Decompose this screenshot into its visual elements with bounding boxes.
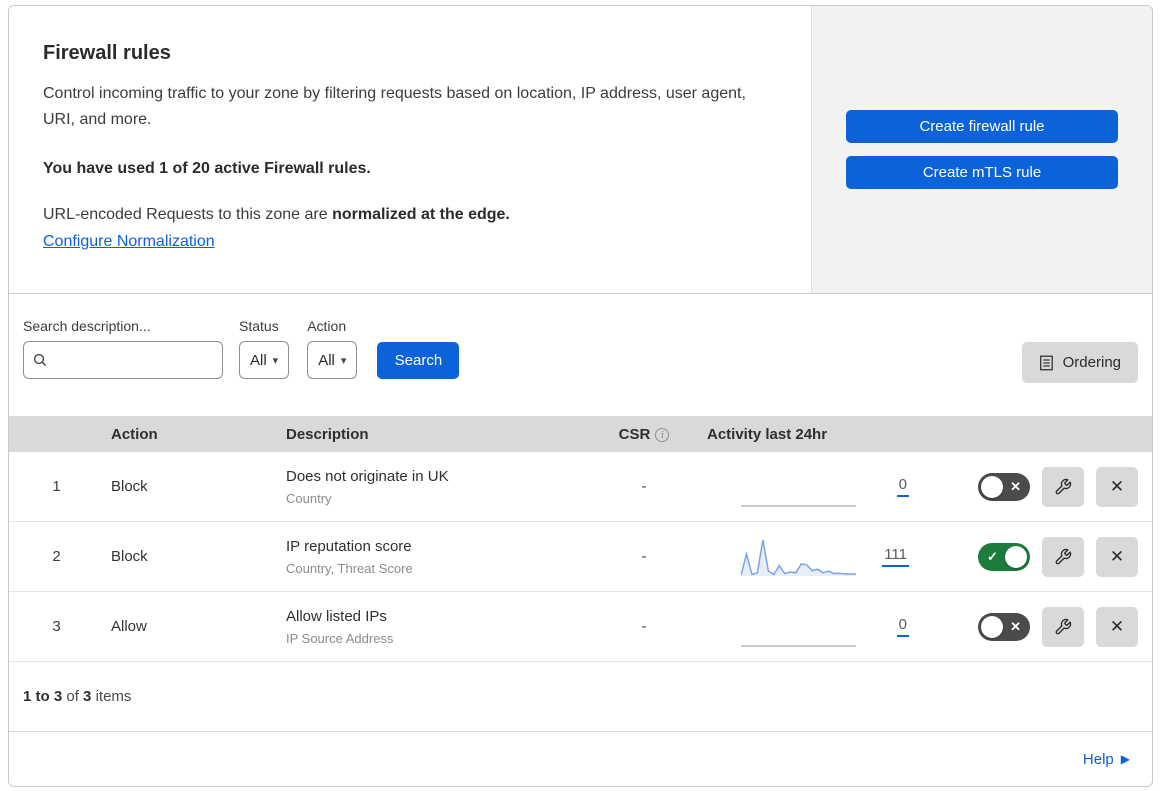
- actions-panel: Create firewall rule Create mTLS rule: [811, 6, 1152, 293]
- activity-count-link[interactable]: 0: [896, 616, 909, 637]
- column-header-activity: Activity last 24hr: [707, 425, 828, 443]
- delete-rule-button[interactable]: ✕: [1096, 606, 1138, 647]
- header-text-block: Firewall rules Control incoming traffic …: [9, 6, 811, 293]
- pagination-items: items: [95, 688, 132, 705]
- x-icon: ✕: [1109, 546, 1125, 566]
- rule-fields: Country: [286, 491, 332, 506]
- check-icon: ✓: [987, 548, 998, 564]
- pagination-of: of: [66, 688, 79, 705]
- search-input[interactable]: [54, 352, 214, 368]
- edit-rule-button[interactable]: [1042, 466, 1084, 507]
- activity-sparkline: [741, 465, 856, 509]
- activity-sparkline: [741, 605, 856, 649]
- chevron-down-icon: ▾: [272, 354, 279, 367]
- rule-action: Block: [111, 478, 148, 495]
- delete-rule-button[interactable]: ✕: [1096, 536, 1138, 577]
- rule-description: Allow listed IPs: [286, 608, 387, 625]
- arrow-right-icon: ▶: [1120, 752, 1130, 766]
- configure-normalization-link[interactable]: Configure Normalization: [43, 233, 215, 251]
- help-link[interactable]: Help ▶: [1083, 751, 1130, 768]
- chevron-down-icon: ▾: [340, 354, 347, 367]
- x-icon: ✕: [1109, 476, 1125, 496]
- action-filter-label: Action: [307, 318, 347, 334]
- toggle-knob: [981, 475, 1003, 498]
- column-header-action: Action: [111, 425, 158, 443]
- search-button[interactable]: Search: [377, 342, 460, 379]
- wrench-icon: [1054, 478, 1072, 496]
- status-filter-label: Status: [239, 318, 279, 334]
- header-section: Firewall rules Control incoming traffic …: [9, 6, 1152, 294]
- normalization-note-text: URL-encoded Requests to this zone are: [43, 206, 333, 223]
- x-icon: ✕: [1010, 618, 1021, 634]
- rule-priority: 3: [52, 618, 61, 635]
- edit-rule-button[interactable]: [1042, 606, 1084, 647]
- table-header-row: Action Description CSR i Activity last 24…: [9, 416, 1152, 452]
- page-description: Control incoming traffic to your zone by…: [43, 85, 746, 128]
- rule-action: Block: [111, 548, 148, 565]
- status-filter-dropdown[interactable]: All ▾: [239, 341, 290, 379]
- edit-rule-button[interactable]: [1042, 536, 1084, 577]
- help-link-label: Help: [1082, 750, 1114, 768]
- page-title: Firewall rules: [43, 42, 171, 64]
- help-bar: Help ▶: [9, 731, 1152, 786]
- rule-fields: IP Source Address: [286, 631, 394, 646]
- activity-sparkline: [741, 535, 856, 579]
- pagination-range: 1 to 3: [23, 688, 63, 705]
- table-row: 2 Block IP reputation score Country, Thr…: [9, 522, 1152, 592]
- table-row: 1 Block Does not originate in UK Country…: [9, 452, 1152, 522]
- rule-fields: Country, Threat Score: [286, 561, 413, 576]
- wrench-icon: [1054, 548, 1072, 566]
- activity-count-link[interactable]: 111: [882, 546, 909, 567]
- firewall-rules-card: Firewall rules Control incoming traffic …: [8, 5, 1153, 787]
- search-icon: [32, 352, 48, 368]
- filter-bar: Search description... Status All ▾ Actio: [9, 294, 1152, 416]
- pagination-summary: 1 to 3 of 3 items: [9, 662, 1152, 731]
- csr-label: CSR: [618, 425, 651, 443]
- create-mtls-rule-button[interactable]: Create mTLS rule: [846, 156, 1118, 189]
- search-label: Search description...: [23, 318, 151, 334]
- normalization-note-bold: normalized at the edge.: [332, 206, 510, 223]
- delete-rule-button[interactable]: ✕: [1096, 466, 1138, 507]
- normalization-note: URL-encoded Requests to this zone are no…: [43, 206, 751, 224]
- info-icon[interactable]: i: [655, 427, 670, 442]
- action-filter-value: All: [318, 351, 335, 369]
- ordering-list-icon: [1039, 355, 1054, 371]
- rule-enabled-toggle[interactable]: ✓ ✕: [978, 542, 1030, 571]
- rule-priority: 1: [52, 478, 61, 495]
- rule-csr: -: [641, 618, 647, 635]
- ordering-button[interactable]: Ordering: [1021, 342, 1138, 383]
- ordering-button-label: Ordering: [1062, 354, 1121, 371]
- x-icon: ✕: [1109, 616, 1125, 636]
- activity-count-link[interactable]: 0: [896, 476, 909, 497]
- action-filter-dropdown[interactable]: All ▾: [307, 341, 358, 379]
- rule-action: Allow: [111, 618, 147, 635]
- rule-csr: -: [641, 478, 647, 495]
- column-header-csr: CSR i: [599, 426, 689, 443]
- rule-enabled-toggle[interactable]: ✓ ✕: [978, 612, 1030, 641]
- table-row: 3 Allow Allow listed IPs IP Source Addre…: [9, 592, 1152, 662]
- usage-summary: You have used 1 of 20 active Firewall ru…: [43, 160, 371, 177]
- column-header-description: Description: [286, 425, 369, 443]
- pagination-total: 3: [83, 688, 92, 705]
- rule-csr: -: [641, 548, 647, 565]
- status-filter-value: All: [250, 351, 267, 369]
- toggle-knob: [981, 615, 1003, 638]
- wrench-icon: [1054, 618, 1072, 636]
- x-icon: ✕: [1010, 478, 1021, 494]
- rule-enabled-toggle[interactable]: ✓ ✕: [978, 472, 1030, 501]
- create-firewall-rule-button[interactable]: Create firewall rule: [846, 110, 1118, 143]
- rule-priority: 2: [52, 548, 61, 565]
- rule-description: IP reputation score: [286, 538, 412, 555]
- search-field[interactable]: [23, 341, 223, 379]
- toggle-knob: [1005, 545, 1027, 568]
- rule-description: Does not originate in UK: [286, 468, 449, 485]
